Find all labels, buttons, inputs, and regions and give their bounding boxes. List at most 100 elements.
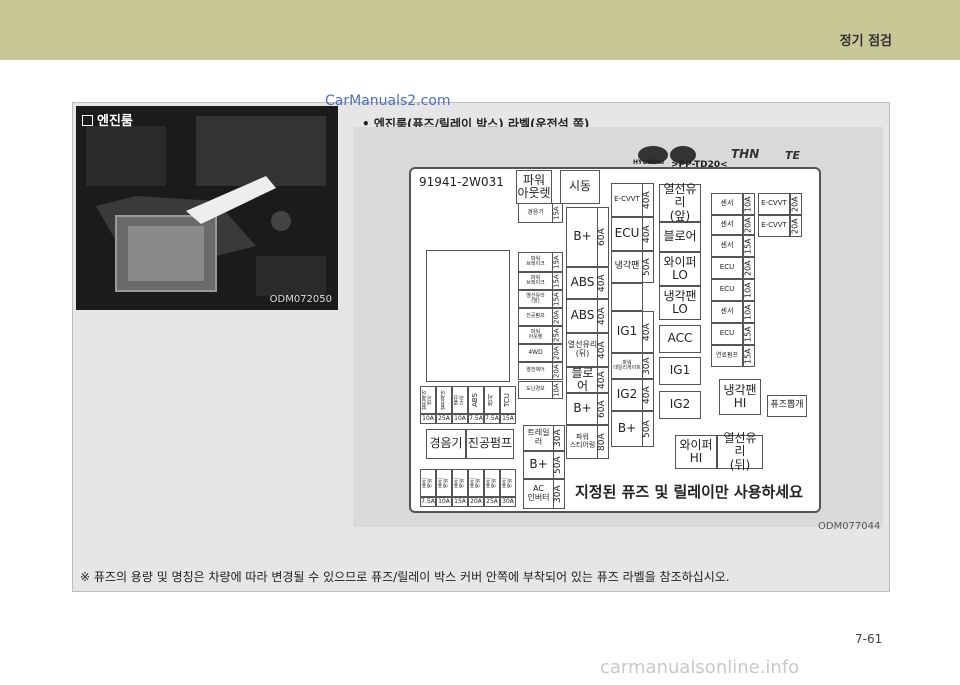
- relay-ig1: IG1: [659, 357, 701, 385]
- fuse-blower: 블로어: [566, 366, 599, 393]
- fuse-bplus-1: B+: [566, 207, 599, 267]
- relay-ig2: IG2: [659, 391, 701, 419]
- relay-start: 시동: [560, 170, 600, 204]
- empty-socket: [426, 250, 510, 382]
- fuse-outlet: 파워 아웃렛: [518, 326, 553, 344]
- fuse-cool-fan-amp: 50A: [642, 251, 654, 283]
- fuse-abs-2: ABS: [566, 299, 599, 333]
- spare-1: 퓨즈 예비: [420, 469, 436, 497]
- fuse-outlet-amp: 25A: [552, 326, 563, 344]
- relay-wiper-lo: 와이퍼 LO: [659, 252, 701, 286]
- fuse-b6-amp: 15A: [500, 414, 516, 424]
- fuse-ecu: ECU: [611, 217, 643, 251]
- relay-acc: ACC: [659, 325, 701, 353]
- relay-wiper-hi: 와이퍼 HI: [675, 435, 717, 469]
- fuse-thermal: 열전제어: [518, 362, 553, 380]
- fuse-abs-1: ABS: [566, 267, 599, 299]
- fuse-alarm-amp: 10A: [552, 381, 563, 399]
- fuse-power-steer-amp: 80A: [597, 425, 609, 459]
- fuse-bplus-2: B+: [566, 393, 599, 425]
- fuse-bplus-3: B+: [523, 451, 554, 479]
- fuse-ecvvt-amp: 40A: [642, 183, 654, 217]
- fuse-pb2-amp: 15A: [552, 272, 563, 290]
- fuse-ac-inverter: AC 인버터: [523, 479, 554, 509]
- spare-4: 퓨즈 예비: [468, 469, 484, 497]
- spare-5-amp: 25A: [484, 497, 500, 507]
- fuse-empty-c3: [611, 283, 643, 311]
- fuse-c6-2-amp: 20A: [790, 215, 802, 237]
- relay-vac-pump: 진공펌프: [466, 429, 514, 459]
- fuse-b2: 발전제어: [436, 386, 452, 414]
- logo-te-text: TE: [785, 149, 801, 162]
- fuse-horn: 경음기: [518, 203, 553, 223]
- fuse-b6: TCU: [500, 386, 516, 414]
- spare-1-amp: 7.5A: [420, 497, 436, 507]
- relay-rear-heat: 열선유리 (뒤): [717, 432, 763, 471]
- fuse-c6-2: E-CVVT: [758, 215, 790, 237]
- fuse-trailer-amp: 30A: [553, 425, 565, 451]
- fuse-c5-6-amp: 10A: [743, 301, 755, 323]
- spare-5: 퓨즈 예비: [484, 469, 500, 497]
- fuse-c5-5: ECU: [711, 279, 743, 301]
- relay-front-heat: 열선유리 (앞): [659, 183, 701, 222]
- fuse-c6-1: E-CVVT: [758, 193, 790, 215]
- footer-watermark: carmanualsonline.info: [600, 657, 800, 678]
- fuse-ecvvt: E-CVVT: [611, 183, 643, 217]
- fuse-c5-3: 센서: [711, 235, 743, 257]
- fuse-puller: 퓨즈뽑개: [767, 395, 807, 417]
- fuse-bplus-2-amp: 60A: [597, 393, 609, 425]
- fuse-abs-1-amp: 40A: [597, 267, 609, 299]
- fuse-c5-2: 센서: [711, 215, 743, 235]
- fuse-front-heat: 열선유리 (앞): [518, 290, 553, 308]
- fuse-b5: 센서: [484, 386, 500, 414]
- spare-4-amp: 20A: [468, 497, 484, 507]
- relay-power-outlet: 파워 아웃렛: [516, 170, 552, 204]
- fuse-b3-amp: 10A: [452, 414, 468, 424]
- fuse-trailer: 트레일러: [523, 425, 554, 451]
- footnote: ※ 퓨즈의 용량 및 명칭은 차량에 따라 변경될 수 있으므로 퓨즈/릴레이 …: [80, 570, 730, 584]
- fuse-c5-6: 센서: [711, 301, 743, 323]
- spare-2-amp: 10A: [436, 497, 452, 507]
- relay-blower: 블로어: [659, 222, 701, 252]
- relay-fan-lo: 냉각팬 LO: [659, 286, 701, 320]
- fuse-power-steer: 파워 스티어링: [566, 425, 599, 459]
- fuse-c5-8: 연료펌프: [711, 345, 743, 367]
- logo-hyundai-text: HYUNDAI: [633, 159, 665, 166]
- fuse-ig1: IG1: [611, 311, 643, 353]
- fuse-4wd-amp: 20A: [552, 344, 563, 362]
- fuse-4wd: 4WD: [518, 344, 553, 362]
- fuse-bplus-1-amp: 60A: [597, 207, 609, 267]
- spare-3: 퓨즈 예비: [452, 469, 468, 497]
- fuse-pb2: 파워 브레이크: [518, 272, 553, 290]
- section-label: 엔진룸: [82, 110, 133, 129]
- relay-horn: 경음기: [426, 429, 466, 459]
- logo-thn-text: THN: [731, 147, 760, 161]
- fuse-c5-8-amp: 15A: [743, 345, 755, 367]
- fuse-ig2-amp: 40A: [642, 379, 654, 411]
- section-label-text: 엔진룸: [97, 114, 133, 129]
- fuse-c5-2-amp: 20A: [743, 215, 755, 235]
- fuse-ecu-amp: 40A: [642, 217, 654, 251]
- fuse-bplus-c3: B+: [611, 411, 643, 447]
- watermark-top: CarManuals2.com: [325, 93, 451, 109]
- relay-fan-hi: 냉각팬 HI: [719, 379, 761, 415]
- fuse-power-daylight: 파워 데일리게이트: [611, 353, 643, 379]
- fuse-diagram: HYUNDAI >PP-TD20< THN TE 91941-2W031 파워 …: [353, 127, 883, 527]
- engine-room-photo: ODM072050: [76, 106, 338, 310]
- fuse-blower-amp: 40A: [597, 367, 609, 393]
- part-number: 91941-2W031: [419, 175, 504, 189]
- fuse-bplus-3-amp: 50A: [553, 451, 565, 479]
- fuse-b3: 열선 우리: [452, 386, 468, 414]
- fuse-front-heat-amp: 15A: [552, 290, 563, 308]
- spare-6: 퓨즈 예비: [500, 469, 516, 497]
- fuse-rear-heat-amp: 40A: [597, 333, 609, 367]
- fuse-abs-2-amp: 40A: [597, 299, 609, 333]
- diagram-code: ODM077044: [818, 521, 881, 532]
- photo-code: ODM072050: [269, 294, 332, 305]
- diagram-footer-text: 지정된 퓨즈 및 릴레이만 사용하세요: [575, 483, 803, 501]
- spare-2: 퓨즈 예비: [436, 469, 452, 497]
- header-bar: 정기 점검: [0, 0, 960, 60]
- fuse-b1-amp: 10A: [420, 414, 436, 424]
- fuse-ac-inverter-amp: 30A: [553, 479, 565, 509]
- fuse-b4: ABS: [468, 386, 484, 414]
